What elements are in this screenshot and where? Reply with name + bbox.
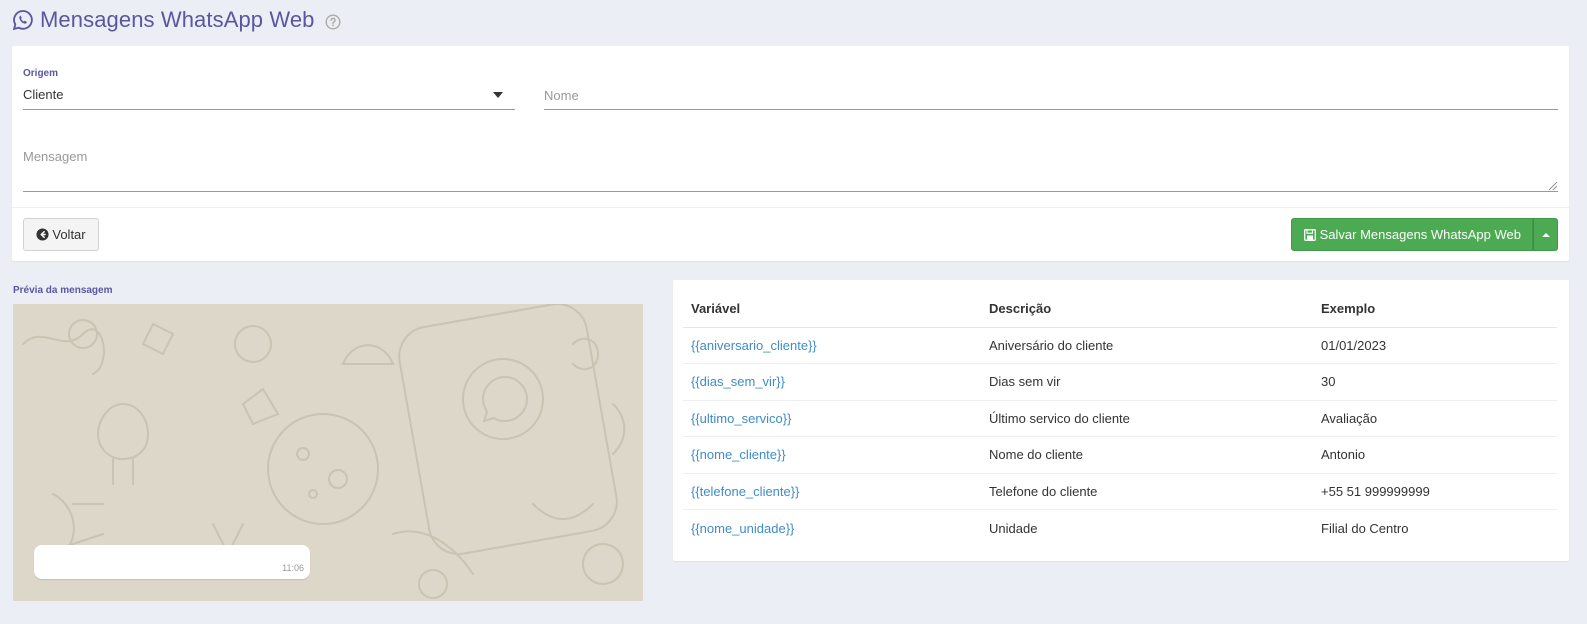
form-footer: Voltar Salvar Mensagens WhatsApp Web bbox=[12, 207, 1569, 261]
save-options-toggle[interactable] bbox=[1533, 218, 1558, 251]
variable-token[interactable]: {{nome_cliente}} bbox=[683, 436, 981, 474]
variable-example: 30 bbox=[1313, 363, 1557, 401]
header-descricao: Descrição bbox=[981, 290, 1313, 328]
variable-example: +55 51 999999999 bbox=[1313, 473, 1557, 510]
origem-value: Cliente bbox=[23, 87, 64, 102]
save-button[interactable]: Salvar Mensagens WhatsApp Web bbox=[1290, 218, 1533, 251]
chat-bubble: 11:06 bbox=[34, 545, 310, 579]
variable-example: Filial do Centro bbox=[1321, 520, 1409, 536]
table-row: {{telefone_cliente}} Telefone do cliente… bbox=[683, 473, 1557, 510]
back-button-label: Voltar bbox=[52, 227, 86, 242]
caret-up-icon bbox=[1542, 233, 1550, 237]
table-row: {{ultimo_servico}} Último servico do cli… bbox=[683, 400, 1557, 437]
save-button-label: Salvar Mensagens WhatsApp Web bbox=[1319, 227, 1521, 242]
nome-input[interactable] bbox=[544, 86, 1558, 104]
save-icon bbox=[1303, 228, 1316, 241]
variables-table: Variável Descrição Exemplo {{aniversario… bbox=[683, 290, 1557, 546]
table-row: {{nome_unidade}} Unidade Filial do Centr… bbox=[683, 510, 1557, 547]
preview-label: Prévia da mensagem bbox=[13, 285, 113, 296]
variable-description: Aniversário do cliente bbox=[981, 327, 1313, 364]
mensagem-field bbox=[23, 146, 1558, 192]
origem-select[interactable]: Origem Cliente bbox=[23, 68, 515, 110]
arrow-circle-left-icon bbox=[36, 228, 49, 241]
variable-description: Último servico do cliente bbox=[981, 400, 1313, 437]
table-header-row: Variável Descrição Exemplo bbox=[683, 290, 1557, 328]
variable-token[interactable]: {{nome_unidade}} bbox=[683, 510, 981, 547]
question-circle-icon[interactable] bbox=[324, 13, 341, 30]
variable-description: Nome do cliente bbox=[981, 436, 1313, 474]
variable-token[interactable]: {{aniversario_cliente}} bbox=[683, 327, 981, 364]
origem-label: Origem bbox=[23, 68, 59, 79]
variables-card: Variável Descrição Exemplo {{aniversario… bbox=[673, 280, 1569, 561]
page-title: Mensagens WhatsApp Web bbox=[40, 7, 315, 32]
variable-token[interactable]: {{telefone_cliente}} bbox=[683, 473, 981, 510]
variable-token[interactable]: {{ultimo_servico}} bbox=[683, 400, 981, 437]
caret-down-icon bbox=[493, 92, 503, 98]
table-row: {{nome_cliente}} Nome do cliente Antonio bbox=[683, 436, 1557, 474]
mensagem-textarea[interactable] bbox=[23, 149, 1558, 189]
variable-token[interactable]: {{dias_sem_vir}} bbox=[683, 363, 981, 401]
page-header: Mensagens WhatsApp Web bbox=[12, 6, 341, 34]
whatsapp-icon bbox=[12, 10, 33, 31]
header-variavel: Variável bbox=[683, 290, 981, 328]
resize-handle[interactable] bbox=[1549, 182, 1557, 190]
save-button-group: Salvar Mensagens WhatsApp Web bbox=[1290, 218, 1558, 251]
variable-example: 01/01/2023 bbox=[1313, 327, 1557, 364]
chat-time: 11:06 bbox=[282, 563, 304, 573]
table-row: {{aniversario_cliente}} Aniversário do c… bbox=[683, 327, 1557, 364]
variable-example: Avaliação bbox=[1313, 400, 1557, 437]
table-row: {{dias_sem_vir}} Dias sem vir 30 bbox=[683, 363, 1557, 401]
variable-description: Telefone do cliente bbox=[981, 473, 1313, 510]
variable-description: Unidade bbox=[989, 520, 1038, 536]
back-button[interactable]: Voltar bbox=[23, 218, 99, 251]
variable-description: Dias sem vir bbox=[981, 363, 1313, 401]
header-exemplo: Exemplo bbox=[1313, 290, 1557, 328]
variable-example: Antonio bbox=[1313, 436, 1557, 474]
message-preview: 11:06 bbox=[13, 304, 643, 601]
nome-field bbox=[544, 68, 1558, 110]
form-card: Origem Cliente Voltar Salvar Mensag bbox=[12, 46, 1569, 261]
